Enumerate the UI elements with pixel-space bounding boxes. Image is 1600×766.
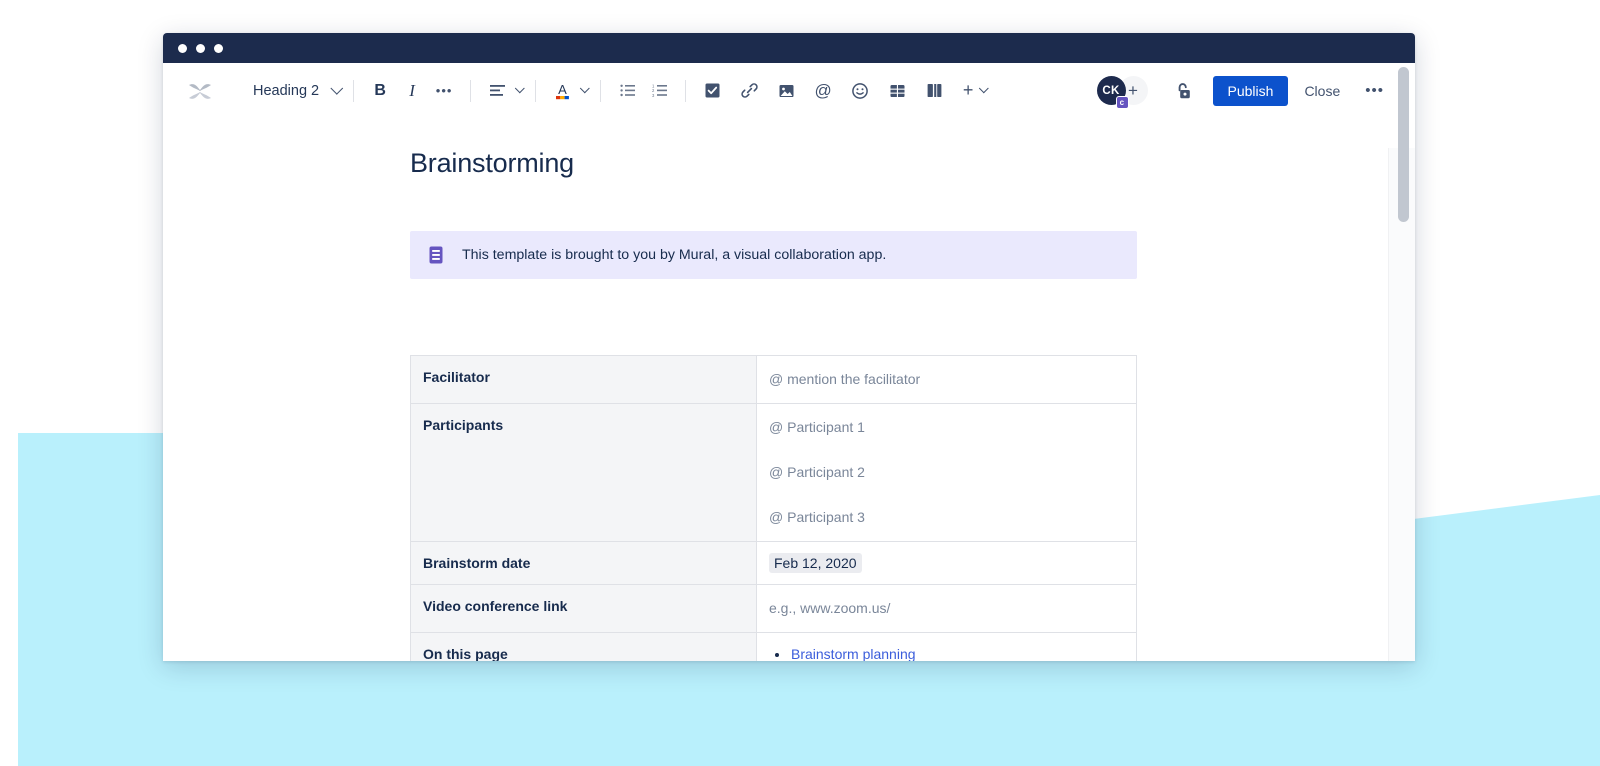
- numbered-list-icon[interactable]: 1 2 3: [644, 76, 674, 106]
- collaborator-avatars: CK c +: [1096, 76, 1148, 109]
- mural-logo-icon: [183, 76, 217, 106]
- more-formatting-button[interactable]: •••: [429, 76, 459, 106]
- bullet-list-icon[interactable]: [612, 76, 642, 106]
- list-group: 1 2 3: [612, 76, 674, 106]
- window-dot-minimize[interactable]: [196, 43, 205, 53]
- placeholder-text: @ Participant 2: [769, 464, 865, 480]
- background-shape-right: [1398, 495, 1600, 766]
- metadata-table: Facilitator @ mention the facilitator Pa…: [410, 355, 1137, 661]
- avatar[interactable]: CK c: [1096, 76, 1129, 109]
- row-key: On this page: [410, 632, 757, 661]
- placeholder-text: @ mention the facilitator: [769, 371, 921, 387]
- table-row: On this page Brainstorm planning Brainst…: [410, 632, 1137, 661]
- row-value[interactable]: e.g., www.zoom.us/: [756, 584, 1137, 633]
- window-dot-maximize[interactable]: [214, 43, 223, 53]
- insert-group: @ +: [697, 76, 989, 106]
- text-color-icon: A: [547, 76, 577, 106]
- page-title: Brainstorming: [410, 148, 574, 178]
- date-chip[interactable]: Feb 12, 2020: [769, 553, 862, 573]
- chevron-down-icon: [579, 83, 590, 94]
- text-align-dropdown[interactable]: [482, 76, 525, 106]
- block-style-dropdown[interactable]: Heading 2: [253, 82, 344, 99]
- chevron-down-icon: [978, 83, 989, 94]
- screenshot-stage: Heading 2 B I ••• A 1 2 3 @ + CK c + Pub…: [0, 0, 1600, 766]
- publish-button[interactable]: Publish: [1212, 75, 1289, 106]
- task-checkbox-icon[interactable]: [697, 76, 727, 106]
- info-panel-text: This template is brought to you by Mural…: [462, 247, 887, 263]
- toolbar-divider: [535, 79, 537, 102]
- emoji-smiley-icon[interactable]: [845, 76, 875, 106]
- placeholder-text: e.g., www.zoom.us/: [769, 600, 891, 616]
- plus-icon: +: [962, 80, 974, 100]
- toolbar-divider: [353, 79, 355, 102]
- toolbar-divider: [600, 79, 602, 102]
- table-icon[interactable]: [882, 76, 912, 106]
- chevron-down-icon: [514, 83, 525, 94]
- restrictions-button[interactable]: [1174, 81, 1193, 101]
- unlocked-padlock-icon: [1178, 82, 1190, 98]
- svg-text:3: 3: [652, 93, 655, 97]
- overflow-menu-button[interactable]: •••: [1356, 78, 1393, 103]
- toolbar-divider: [470, 79, 472, 102]
- avatar-initials: CK: [1102, 84, 1120, 97]
- toolbar-divider: [685, 79, 687, 102]
- page-layout-icon[interactable]: [919, 76, 949, 106]
- text-format-group: B I •••: [365, 76, 459, 106]
- row-key: Video conference link: [410, 584, 757, 633]
- background-shape-bottom: [18, 661, 1600, 766]
- row-key: Facilitator: [410, 355, 757, 404]
- avatar-badge: c: [1115, 96, 1129, 109]
- toc-link[interactable]: Brainstorm planning: [791, 646, 916, 661]
- italic-button[interactable]: I: [397, 76, 427, 106]
- row-value[interactable]: Feb 12, 2020: [756, 541, 1137, 585]
- placeholder-text: @ Participant 1: [769, 419, 865, 435]
- table-row: Participants @ Participant 1 @ Participa…: [410, 403, 1137, 542]
- table-row: Facilitator @ mention the facilitator: [410, 355, 1137, 404]
- insert-more-dropdown[interactable]: +: [960, 76, 989, 106]
- scrollbar-track[interactable]: [1388, 148, 1415, 661]
- list-item: Brainstorm planning: [769, 646, 1124, 661]
- row-key: Brainstorm date: [410, 541, 757, 585]
- link-icon[interactable]: [734, 76, 764, 106]
- close-button[interactable]: Close: [1294, 76, 1350, 106]
- svg-text:A: A: [558, 82, 567, 97]
- metadata-table-body: Facilitator @ mention the facilitator Pa…: [410, 355, 1137, 661]
- window-dot-close[interactable]: [178, 43, 187, 53]
- row-value[interactable]: @ mention the facilitator: [756, 355, 1137, 404]
- row-value: Brainstorm planning Brainstorm pre-work …: [756, 632, 1137, 661]
- text-align-icon: [482, 76, 512, 106]
- row-key: Participants: [410, 403, 757, 542]
- table-row: Brainstorm date Feb 12, 2020: [410, 541, 1137, 585]
- mention-at-icon[interactable]: @: [808, 76, 838, 106]
- image-icon[interactable]: [771, 76, 801, 106]
- table-of-contents: Brainstorm planning Brainstorm pre-work …: [769, 646, 1124, 661]
- placeholder-text: @ Participant 3: [769, 509, 865, 525]
- block-style-label: Heading 2: [253, 82, 320, 99]
- row-value[interactable]: @ Participant 1 @ Participant 2 @ Partic…: [756, 403, 1137, 542]
- table-row: Video conference link e.g., www.zoom.us/: [410, 584, 1137, 633]
- window-titlebar: [163, 33, 1415, 63]
- chevron-down-icon: [330, 82, 344, 95]
- scrollbar-thumb[interactable]: [1398, 67, 1409, 222]
- info-note-icon: [428, 246, 444, 264]
- info-panel: This template is brought to you by Mural…: [410, 231, 1137, 279]
- bold-button[interactable]: B: [365, 76, 395, 106]
- document-content: Brainstorming This template is brought t…: [163, 118, 1415, 661]
- editor-toolbar: Heading 2 B I ••• A 1 2 3 @ + CK c + Pub…: [163, 63, 1415, 118]
- app-window: Heading 2 B I ••• A 1 2 3 @ + CK c + Pub…: [163, 33, 1415, 661]
- document-body: Brainstorming This template is brought t…: [163, 118, 1415, 661]
- text-color-dropdown[interactable]: A: [547, 76, 590, 106]
